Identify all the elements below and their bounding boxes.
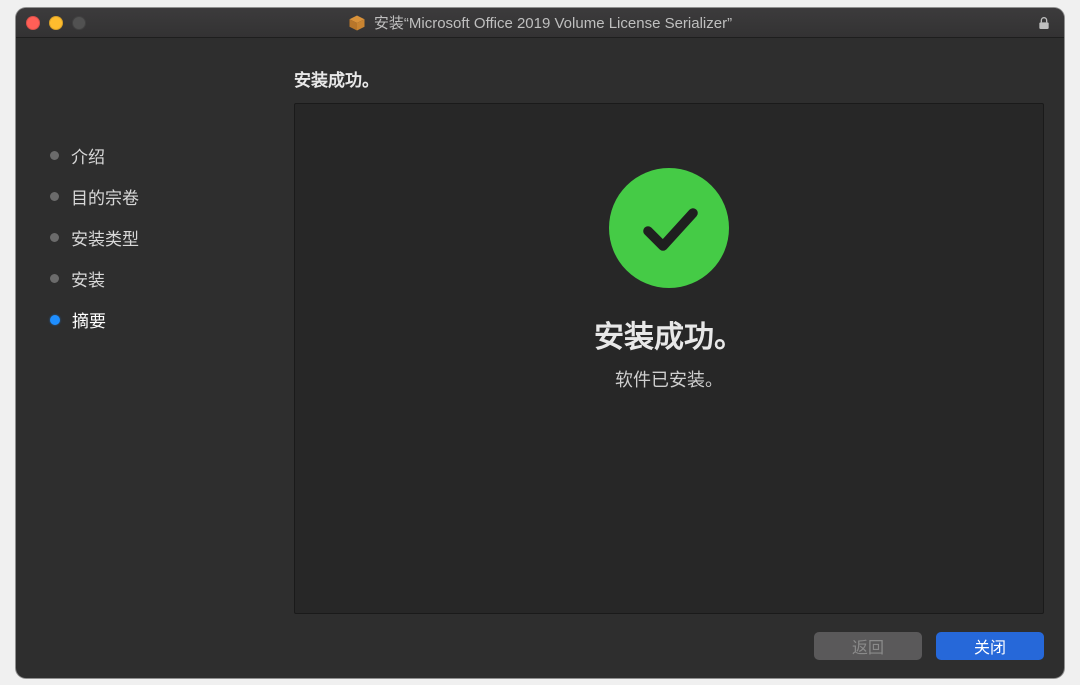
window-controls <box>26 16 86 30</box>
success-check-icon <box>609 168 729 288</box>
bullet-icon <box>50 315 60 325</box>
bullet-icon <box>50 151 59 160</box>
sidebar-item-label: 目的宗卷 <box>71 184 139 209</box>
sidebar-item-summary: 摘要 <box>50 307 274 332</box>
package-icon <box>348 14 366 32</box>
sidebar-item-label: 安装类型 <box>71 225 139 250</box>
titlebar: 安装“Microsoft Office 2019 Volume License … <box>16 8 1064 38</box>
window-title: 安装“Microsoft Office 2019 Volume License … <box>374 12 732 33</box>
sidebar-item-type: 安装类型 <box>50 225 274 250</box>
footer-buttons: 返回 关闭 <box>36 614 1044 660</box>
sidebar-item-destination: 目的宗卷 <box>50 184 274 209</box>
main-row: 介绍 目的宗卷 安装类型 安装 摘要 <box>36 103 1044 614</box>
sidebar-item-label: 安装 <box>71 266 105 291</box>
minimize-window-button[interactable] <box>49 16 63 30</box>
step-sidebar: 介绍 目的宗卷 安装类型 安装 摘要 <box>36 103 274 614</box>
content-pane: 安装成功。 软件已安装。 <box>294 103 1044 614</box>
window-body: 安装成功。 介绍 目的宗卷 安装类型 安装 <box>16 38 1064 678</box>
zoom-window-button <box>72 16 86 30</box>
bullet-icon <box>50 274 59 283</box>
lock-icon[interactable] <box>1036 15 1052 31</box>
sidebar-item-label: 摘要 <box>72 307 106 332</box>
titlebar-center: 安装“Microsoft Office 2019 Volume License … <box>16 12 1064 33</box>
bullet-icon <box>50 233 59 242</box>
close-button[interactable]: 关闭 <box>936 632 1044 660</box>
installer-window: 安装“Microsoft Office 2019 Volume License … <box>16 8 1064 678</box>
page-heading: 安装成功。 <box>294 66 1044 91</box>
sidebar-item-intro: 介绍 <box>50 143 274 168</box>
back-button: 返回 <box>814 632 922 660</box>
close-window-button[interactable] <box>26 16 40 30</box>
sidebar-item-label: 介绍 <box>71 143 105 168</box>
sidebar-item-install: 安装 <box>50 266 274 291</box>
success-title: 安装成功。 <box>594 312 744 356</box>
success-subtitle: 软件已安装。 <box>615 366 723 392</box>
bullet-icon <box>50 192 59 201</box>
